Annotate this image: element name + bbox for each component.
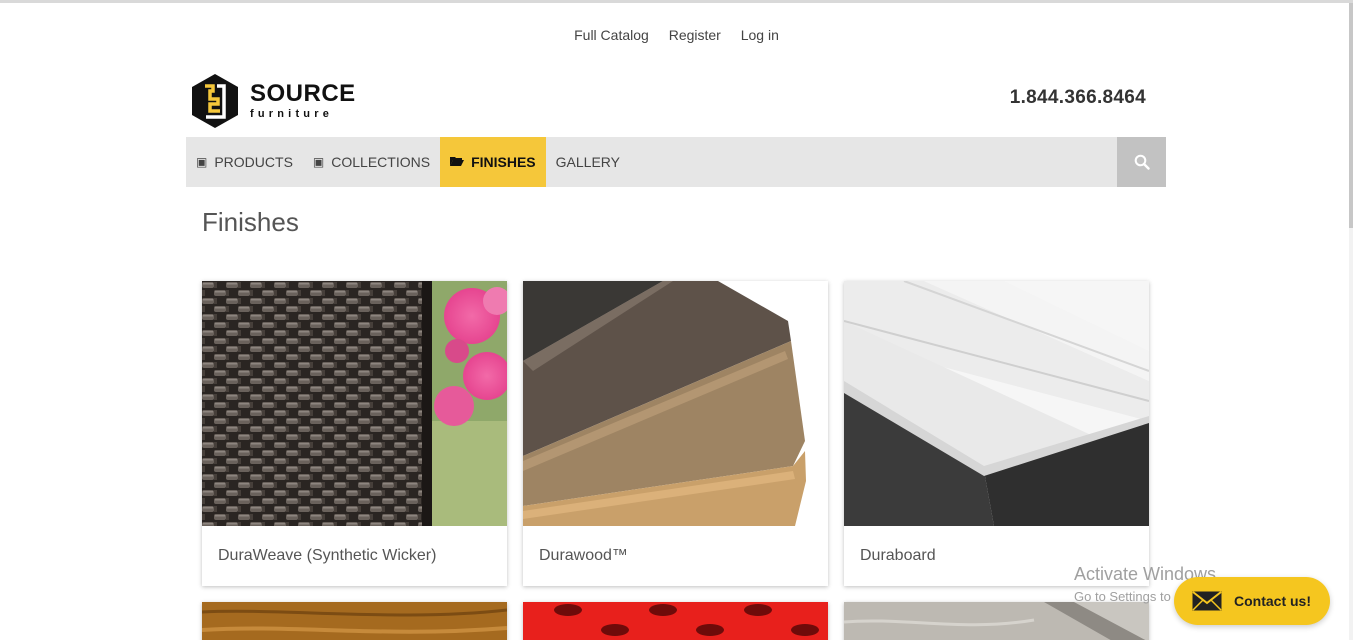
- nav-products-label: PRODUCTS: [214, 154, 293, 170]
- finish-card-caption: DuraWeave (Synthetic Wicker): [218, 547, 437, 564]
- contact-us-label: Contact us!: [1234, 593, 1311, 609]
- finish-card-gray-stone[interactable]: [844, 602, 1149, 640]
- nav-finishes-label: FINISHES: [471, 154, 536, 170]
- nav-gallery-label: GALLERY: [555, 154, 620, 170]
- nav-gallery[interactable]: GALLERY: [546, 137, 630, 187]
- gray-stone-swatch: [844, 602, 1149, 640]
- finish-card-wood[interactable]: [202, 602, 507, 640]
- finish-card-duraboard[interactable]: Duraboard: [844, 281, 1149, 586]
- finish-card-caption: Durawood™: [539, 547, 628, 564]
- register-link[interactable]: Register: [669, 27, 721, 43]
- page-title: Finishes: [202, 207, 299, 237]
- logo-sub: furniture: [250, 108, 334, 120]
- logo-hexagon-icon: [192, 74, 238, 128]
- search-icon: [1134, 154, 1150, 170]
- top-links: Full Catalog Register Log in: [0, 27, 1353, 43]
- nav-products[interactable]: ▣ PRODUCTS: [186, 137, 303, 187]
- main-nav: ▣ PRODUCTS ▣ COLLECTIONS FINISHES GALLER…: [186, 137, 1166, 187]
- nav-finishes[interactable]: FINISHES: [440, 137, 546, 187]
- nav-collections-label: COLLECTIONS: [331, 154, 431, 170]
- full-catalog-link[interactable]: Full Catalog: [574, 27, 649, 43]
- duraweave-image: [202, 281, 507, 526]
- search-button[interactable]: [1117, 137, 1166, 187]
- window-top-border: [0, 0, 1353, 3]
- finish-card-red-perforated[interactable]: [523, 602, 828, 640]
- book-icon: ▣: [312, 155, 325, 169]
- duraboard-image: [844, 281, 1149, 526]
- contact-us-button[interactable]: Contact us!: [1174, 577, 1330, 625]
- envelope-icon: [1192, 591, 1222, 611]
- book-icon: ▣: [196, 155, 208, 169]
- logo-word: SOURCE: [250, 80, 356, 107]
- durawood-image: [523, 281, 828, 526]
- wood-swatch: [202, 602, 507, 640]
- folder-open-icon: [450, 155, 465, 169]
- login-link[interactable]: Log in: [741, 27, 779, 43]
- red-perforated-swatch: [523, 602, 828, 640]
- nav-collections[interactable]: ▣ COLLECTIONS: [303, 137, 440, 187]
- phone-number[interactable]: 1.844.366.8464: [1010, 87, 1146, 109]
- finish-card-duraweave[interactable]: DuraWeave (Synthetic Wicker): [202, 281, 507, 586]
- site-logo[interactable]: SOURCE furniture: [190, 72, 360, 130]
- finish-card-durawood[interactable]: Durawood™: [523, 281, 828, 586]
